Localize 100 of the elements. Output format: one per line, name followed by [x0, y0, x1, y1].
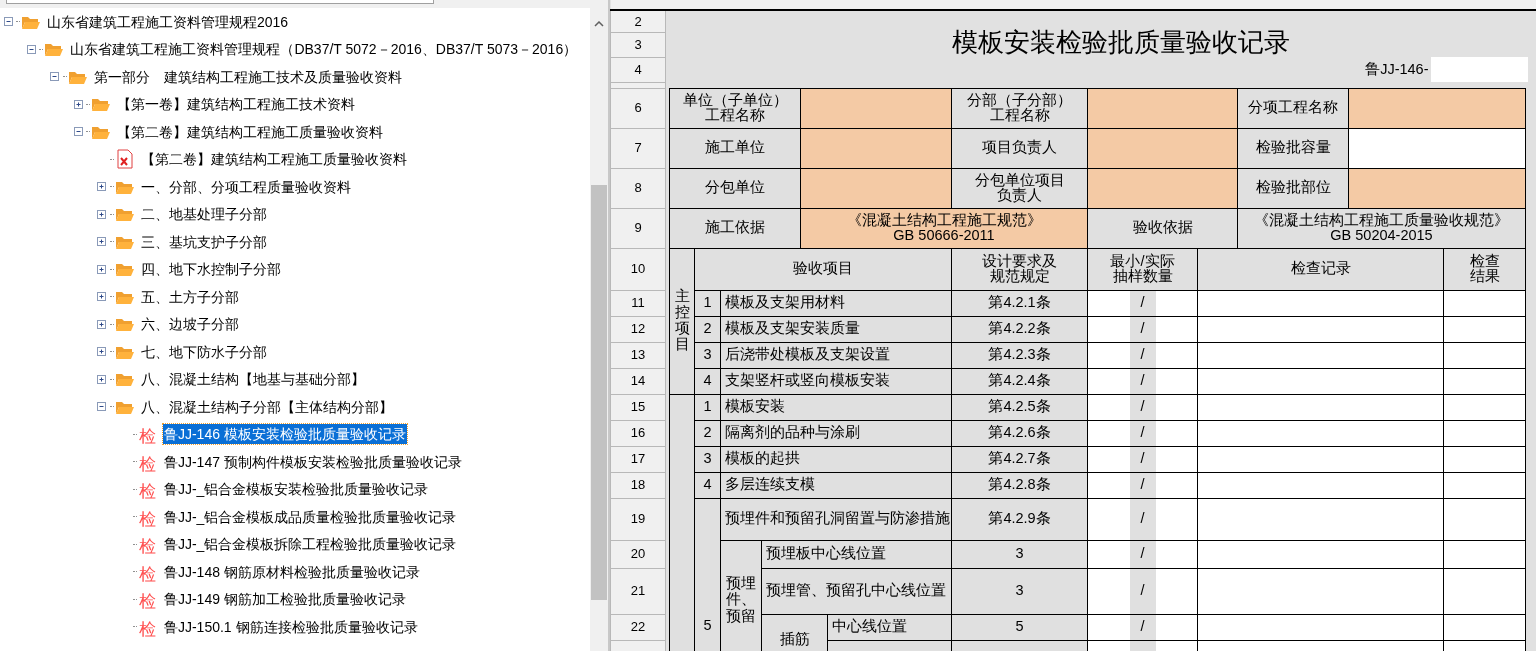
column-header: 最小/实际: [1109, 253, 1176, 269]
expand-icon[interactable]: [73, 99, 83, 109]
row-number: 13: [610, 342, 666, 368]
collapse-icon[interactable]: [26, 44, 36, 54]
spec-value: 第4.2.8条: [951, 472, 1088, 498]
subgroup-label: 插筋: [761, 614, 828, 651]
tree-item[interactable]: 鲁JJ-146 模板安装检验批质量验收记录: [162, 424, 407, 445]
expand-icon[interactable]: [97, 292, 107, 302]
column-header: 抽样数量: [1111, 269, 1174, 285]
tree-item[interactable]: 八、混凝土结构【地基与基础分部】: [139, 369, 366, 390]
field-label: 项目负责人: [951, 128, 1088, 168]
collapse-icon[interactable]: [3, 17, 13, 27]
column-header: 检查: [1468, 253, 1501, 269]
field-label: 分包单位项目: [973, 172, 1066, 188]
field-label: 分项工程名称: [1237, 88, 1349, 128]
row-number: 17: [610, 446, 666, 472]
tree-item[interactable]: 【第二卷】建筑结构工程施工质量验收资料: [139, 149, 408, 170]
row-number: 18: [610, 472, 666, 498]
tree-item[interactable]: 三、基坑支护子分部: [139, 231, 268, 252]
expand-icon[interactable]: [97, 182, 107, 192]
tree-item[interactable]: 【第二卷】建筑结构工程施工质量验收资料: [116, 121, 385, 142]
group-label: 预埋件、预留: [720, 540, 762, 651]
expand-icon[interactable]: [97, 264, 107, 274]
spec-value: 第4.2.6条: [951, 420, 1088, 446]
spec-value: 第4.2.1条: [951, 290, 1088, 316]
tree-item[interactable]: 五、土方子分部: [139, 286, 240, 307]
tree-item[interactable]: 鲁JJ-_铝合金模板成品质量检验批质量验收记录: [162, 506, 458, 527]
expand-icon[interactable]: [97, 209, 107, 219]
row-number: 7: [610, 128, 666, 168]
scrollbar[interactable]: [590, 0, 608, 651]
form-icon: 检: [139, 537, 157, 558]
form-code-input[interactable]: [1430, 57, 1528, 82]
tree-item[interactable]: 鲁JJ-_铝合金模板拆除工程检验批质量验收记录: [162, 534, 458, 555]
form-icon: 检: [139, 427, 157, 448]
row-number: 8: [610, 168, 666, 208]
form-title: 模板安装检验批质量验收记录: [665, 10, 1536, 57]
tree-item[interactable]: 鲁JJ-147 预制构件模板安装检验批质量验收记录: [162, 451, 463, 472]
field-label: 单位（子单位）: [681, 92, 789, 108]
form-icon: 检: [139, 592, 157, 613]
scroll-up-icon[interactable]: [594, 21, 604, 27]
collapse-icon[interactable]: [50, 72, 60, 82]
field-label: 工程名称: [704, 108, 766, 124]
tree-item[interactable]: 山东省建筑工程施工资料管理规程2016: [46, 11, 290, 32]
row-number: 22: [610, 614, 666, 640]
tree-item[interactable]: 八、混凝土结构子分部【主体结构分部】: [139, 396, 394, 417]
form-code-label: 鲁JJ-146-: [1365, 59, 1429, 79]
expand-icon[interactable]: [97, 347, 107, 357]
form-icon: 检: [139, 454, 157, 475]
scrollbar-thumb[interactable]: [591, 185, 607, 600]
expand-icon[interactable]: [97, 237, 107, 247]
field-value: 《混凝土结构工程施工规范》 GB 50666-2011: [800, 208, 1088, 248]
item-name: 支架竖杆或竖向模板安装: [720, 368, 952, 394]
spec-value: 3: [951, 568, 1088, 614]
field-label: 检验批部位: [1237, 168, 1349, 208]
column-header: 检查记录: [1289, 261, 1352, 277]
field-label: 负责人: [997, 188, 1042, 204]
file-error-icon: [116, 149, 133, 170]
tree-item[interactable]: 一、分部、分项工程质量验收资料: [139, 176, 352, 197]
row-number: 20: [610, 540, 666, 568]
field-label: 施工单位: [669, 128, 801, 168]
folder-icon: [44, 41, 65, 58]
field-label: 检验批容量: [1237, 128, 1349, 168]
tree-item[interactable]: 鲁JJ-_铝合金模板安装检验批质量验收记录: [162, 479, 430, 500]
column-header: 设计要求及: [981, 253, 1058, 269]
tree-item[interactable]: 山东省建筑工程施工资料管理规程（DB37/T 5072－2016、DB37/T 5073－2016）: [69, 39, 579, 60]
item-name: 模板的起拱: [720, 446, 952, 472]
row-number: 6: [610, 88, 666, 128]
spec-value: 第4.2.4条: [951, 368, 1088, 394]
row-number: 10: [610, 248, 666, 290]
tree-item[interactable]: 第一部分 建筑结构工程施工技术及质量验收资料: [92, 66, 403, 87]
row-number: 21: [610, 568, 666, 614]
spec-value: 5: [951, 614, 1088, 640]
column-header: 结果: [1468, 269, 1501, 285]
collapse-icon[interactable]: [73, 127, 83, 137]
row-number: 14: [610, 368, 666, 394]
field-label: 施工依据: [669, 208, 801, 248]
field-label: 分部（子分部）: [966, 92, 1073, 108]
tree-item[interactable]: 【第一卷】建筑结构工程施工技术资料: [116, 94, 357, 115]
row-number: 12: [610, 316, 666, 342]
item-name: 后浇带处模板及支架设置: [720, 342, 952, 368]
collapse-icon[interactable]: [97, 402, 107, 412]
spec-value: 第4.2.7条: [951, 446, 1088, 472]
tree-item[interactable]: 鲁JJ-150.1 钢筋连接检验批质量验收记录: [162, 616, 419, 637]
tree-item[interactable]: 六、边坡子分部: [139, 314, 240, 335]
item-name: 预埋件和预留孔洞留置与防渗措施: [720, 498, 952, 540]
field-label: 分包单位: [669, 168, 801, 208]
item-number: 5: [694, 498, 721, 651]
column-header: 规范规定: [989, 269, 1050, 285]
row-number: 2: [610, 10, 666, 32]
tree-item[interactable]: 鲁JJ-148 钢筋原材料检验批质量验收记录: [162, 561, 421, 582]
expand-icon[interactable]: [97, 319, 107, 329]
tree-item[interactable]: 鲁JJ-149 钢筋加工检验批质量验收记录: [162, 589, 407, 610]
form-icon: 检: [139, 619, 157, 640]
row-number: 3: [610, 32, 666, 57]
group-label: 主控项目: [669, 248, 695, 394]
tree-item[interactable]: 四、地下水控制子分部: [139, 259, 282, 280]
tree-item[interactable]: 二、地基处理子分部: [139, 204, 268, 225]
expand-icon[interactable]: [97, 374, 107, 384]
field-value: 《混凝土结构工程施工质量验收规范》 GB 50204-2015: [1237, 208, 1526, 248]
tree-item[interactable]: 七、地下防水子分部: [139, 341, 268, 362]
